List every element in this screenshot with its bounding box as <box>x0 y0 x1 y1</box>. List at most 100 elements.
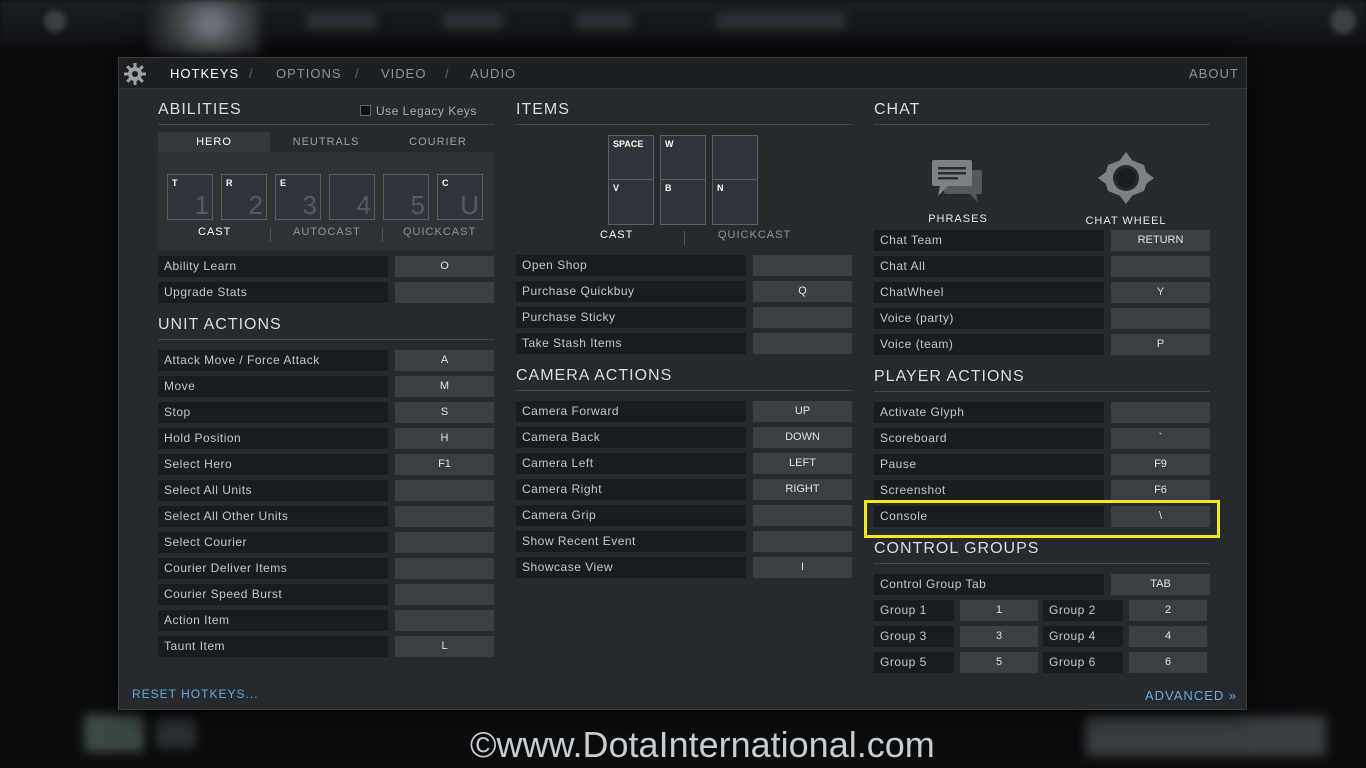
hotkey-key[interactable]: LEFT <box>753 453 852 474</box>
ability-slots-panel: T1 R2 E3 4 5 CU CAST AUTOCAST QUICKCAST <box>158 152 494 250</box>
legacy-keys-label: Use Legacy Keys <box>376 104 477 118</box>
cast-option-quickcast[interactable]: QUICKCAST <box>718 229 791 241</box>
hotkey-key[interactable]: 3 <box>960 626 1038 647</box>
background-logo <box>150 0 260 56</box>
hotkey-key[interactable]: 4 <box>1129 626 1207 647</box>
tab-options[interactable]: OPTIONS <box>276 66 342 81</box>
hotkey-key[interactable] <box>395 480 494 501</box>
ability-slot-2[interactable]: R2 <box>221 174 267 220</box>
ability-slot-ultimate[interactable]: CU <box>437 174 483 220</box>
hotkey-key[interactable]: Q <box>753 281 852 302</box>
hotkey-key[interactable] <box>753 307 852 328</box>
chat-wheel-button[interactable]: CHAT WHEEL <box>1081 150 1171 227</box>
hotkey-key[interactable]: Y <box>1111 282 1210 303</box>
hotkey-key[interactable] <box>753 505 852 526</box>
control-groups-title: CONTROL GROUPS <box>874 540 1210 564</box>
hotkey-label: Pause <box>874 454 1104 475</box>
hotkey-label: Camera Left <box>516 453 746 474</box>
chat-title: CHAT <box>874 101 1210 125</box>
subtab-hero[interactable]: HERO <box>158 132 270 152</box>
advanced-button[interactable]: ADVANCED » <box>1145 688 1237 703</box>
item-slot-2[interactable]: W <box>660 135 706 181</box>
hotkey-key[interactable] <box>395 584 494 605</box>
hotkey-key[interactable] <box>395 610 494 631</box>
cast-separator <box>684 231 685 245</box>
player-actions-title: PLAYER ACTIONS <box>874 368 1210 392</box>
hotkey-key[interactable]: L <box>395 636 494 657</box>
hotkey-key[interactable] <box>395 282 494 303</box>
speech-bubbles-icon <box>932 160 982 202</box>
hotkey-key[interactable]: DOWN <box>753 427 852 448</box>
hotkey-key[interactable]: TAB <box>1111 574 1210 595</box>
hotkey-key[interactable] <box>1111 308 1210 329</box>
background-nav-item <box>576 12 632 30</box>
tab-hotkeys[interactable]: HOTKEYS <box>170 66 239 81</box>
ability-slot-4[interactable]: 4 <box>329 174 375 220</box>
hotkey-key[interactable]: 1 <box>960 600 1038 621</box>
hotkey-key[interactable] <box>753 333 852 354</box>
hotkey-label: Ability Learn <box>158 256 388 277</box>
cast-option-cast[interactable]: CAST <box>198 226 231 238</box>
background-nav-item <box>716 12 846 30</box>
hotkey-key[interactable] <box>395 558 494 579</box>
item-slot-1[interactable]: SPACE <box>608 135 654 181</box>
cast-option-cast[interactable]: CAST <box>600 229 633 241</box>
chat-wheel-label: CHAT WHEEL <box>1085 215 1167 227</box>
tab-video[interactable]: VIDEO <box>381 66 426 81</box>
hotkey-key[interactable]: RIGHT <box>753 479 852 500</box>
hotkey-label: Voice (party) <box>874 308 1104 329</box>
tab-audio[interactable]: AUDIO <box>470 66 516 81</box>
phrases-button[interactable]: PHRASES <box>916 158 1000 225</box>
ability-slot-5[interactable]: 5 <box>383 174 429 220</box>
hotkey-key[interactable]: ` <box>1111 428 1210 449</box>
hotkey-label: Stop <box>158 402 388 423</box>
ability-slot-1[interactable]: T1 <box>167 174 213 220</box>
hotkey-label: Group 6 <box>1043 652 1123 673</box>
hotkey-key[interactable]: 5 <box>960 652 1038 673</box>
hotkey-key[interactable]: UP <box>753 401 852 422</box>
hotkey-key[interactable]: A <box>395 350 494 371</box>
item-slot-5[interactable]: B <box>660 179 706 225</box>
reset-hotkeys-button[interactable]: RESET HOTKEYS... <box>132 687 258 701</box>
hotkey-key[interactable]: 6 <box>1129 652 1207 673</box>
hotkey-key[interactable] <box>753 531 852 552</box>
ability-slot-3[interactable]: E3 <box>275 174 321 220</box>
hotkey-key[interactable]: I <box>753 557 852 578</box>
legacy-keys-checkbox[interactable]: Use Legacy Keys <box>360 104 477 118</box>
checkbox-icon[interactable] <box>360 105 371 116</box>
item-slot-6[interactable]: N <box>712 179 758 225</box>
hotkey-key[interactable] <box>395 532 494 553</box>
gear-icon[interactable] <box>123 62 147 86</box>
hotkey-key[interactable]: F9 <box>1111 454 1210 475</box>
hotkey-key[interactable]: F1 <box>395 454 494 475</box>
hotkey-key[interactable]: 2 <box>1129 600 1207 621</box>
hotkey-key[interactable]: F6 <box>1111 480 1210 501</box>
tab-about[interactable]: ABOUT <box>1189 66 1239 81</box>
hotkey-key[interactable]: P <box>1111 334 1210 355</box>
cast-option-autocast[interactable]: AUTOCAST <box>293 226 361 238</box>
hotkey-label: Camera Grip <box>516 505 746 526</box>
hotkey-label: Purchase Sticky <box>516 307 746 328</box>
hotkey-label: Scoreboard <box>874 428 1104 449</box>
hotkey-key[interactable] <box>753 255 852 276</box>
slot-hotkey: C <box>442 178 449 188</box>
subtab-neutrals[interactable]: NEUTRALS <box>270 132 382 152</box>
hotkey-label: Taunt Item <box>158 636 388 657</box>
hotkey-label: Select All Other Units <box>158 506 388 527</box>
item-slot-3[interactable] <box>712 135 758 181</box>
hotkey-key[interactable]: H <box>395 428 494 449</box>
subtab-courier[interactable]: COURIER <box>382 132 494 152</box>
hotkey-key[interactable]: RETURN <box>1111 230 1210 251</box>
slot-number: 5 <box>410 190 425 220</box>
hotkey-label: Courier Speed Burst <box>158 584 388 605</box>
hotkey-key[interactable] <box>395 506 494 527</box>
cast-option-quickcast[interactable]: QUICKCAST <box>403 226 476 238</box>
hotkey-key[interactable]: O <box>395 256 494 277</box>
hotkey-key[interactable]: M <box>395 376 494 397</box>
hotkey-key[interactable]: S <box>395 402 494 423</box>
hotkey-key[interactable] <box>1111 256 1210 277</box>
hotkey-key[interactable] <box>1111 402 1210 423</box>
item-slot-4[interactable]: V <box>608 179 654 225</box>
hotkey-label: Select All Units <box>158 480 388 501</box>
watermark: ©www.DotaInternational.com <box>470 724 935 765</box>
